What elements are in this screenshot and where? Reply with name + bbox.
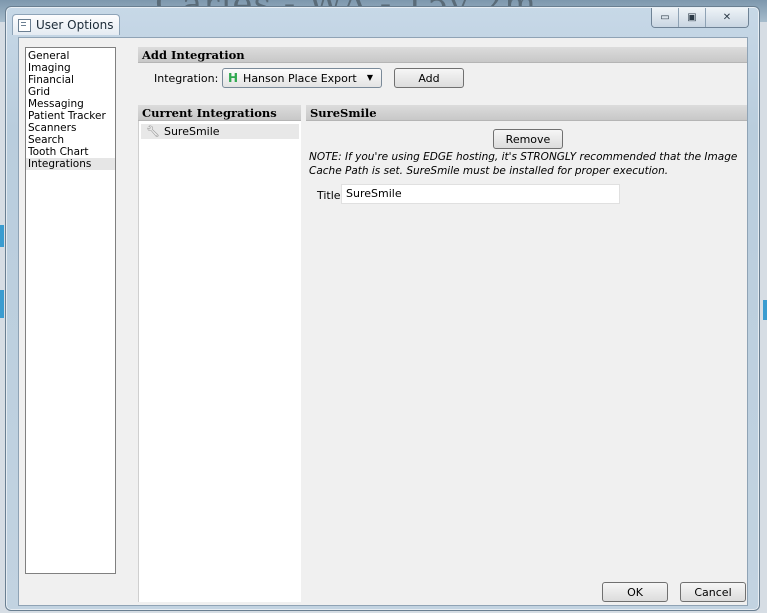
integration-label: Integration:	[154, 72, 219, 85]
list-item-label: SureSmile	[163, 125, 220, 138]
title-label: Title	[317, 189, 341, 202]
edge-hosting-note: NOTE: If you're using EDGE hosting, it's…	[309, 151, 738, 177]
ok-button[interactable]: OK	[602, 582, 668, 602]
nav-item-financial[interactable]: Financial	[26, 74, 115, 86]
window-title-tab: User Options	[12, 14, 120, 35]
background-edge-mark	[763, 300, 767, 320]
nav-item-tooth-chart[interactable]: Tooth Chart	[26, 146, 115, 158]
nav-item-imaging[interactable]: Imaging	[26, 62, 115, 74]
close-button[interactable]: ✕	[705, 8, 748, 27]
integration-dropdown[interactable]: H Hanson Place Export ▼	[222, 68, 382, 88]
background-edge-mark	[0, 225, 4, 247]
detail-header: SureSmile	[306, 105, 747, 121]
dropdown-arrow-icon: ▼	[366, 73, 373, 82]
nav-item-messaging[interactable]: Messaging	[26, 98, 115, 110]
add-button[interactable]: Add	[394, 68, 464, 88]
nav-item-integrations[interactable]: Integrations	[26, 158, 115, 170]
nav-item-search[interactable]: Search	[26, 134, 115, 146]
integration-dropdown-value: Hanson Place Export	[243, 71, 357, 85]
add-integration-header: Add Integration	[138, 47, 747, 63]
app-icon	[18, 18, 31, 32]
cancel-button[interactable]: Cancel	[680, 582, 746, 602]
wrench-icon: 🔧︎	[146, 125, 160, 138]
background-edge-mark	[0, 290, 4, 318]
dialog-client-area: General Imaging Financial Grid Messaging…	[18, 37, 748, 606]
window-title: User Options	[36, 18, 114, 32]
nav-item-general[interactable]: General	[26, 50, 115, 62]
remove-button[interactable]: Remove	[493, 129, 563, 149]
nav-item-grid[interactable]: Grid	[26, 86, 115, 98]
minimize-button[interactable]: ▭	[652, 8, 678, 27]
current-integrations-list: 🔧︎ SureSmile	[138, 121, 301, 602]
list-item[interactable]: 🔧︎ SureSmile	[141, 124, 299, 139]
maximize-button[interactable]: ▣	[678, 8, 705, 27]
user-options-window: User Options ▭ ▣ ✕ General Imaging Finan…	[5, 6, 760, 611]
title-input[interactable]: SureSmile	[341, 184, 620, 204]
nav-item-patient-tracker[interactable]: Patient Tracker	[26, 110, 115, 122]
hanson-icon: H	[228, 71, 239, 85]
current-integrations-header: Current Integrations	[138, 105, 301, 121]
nav-item-scanners[interactable]: Scanners	[26, 122, 115, 134]
options-category-list: General Imaging Financial Grid Messaging…	[25, 47, 116, 574]
caption-buttons: ▭ ▣ ✕	[651, 8, 749, 28]
